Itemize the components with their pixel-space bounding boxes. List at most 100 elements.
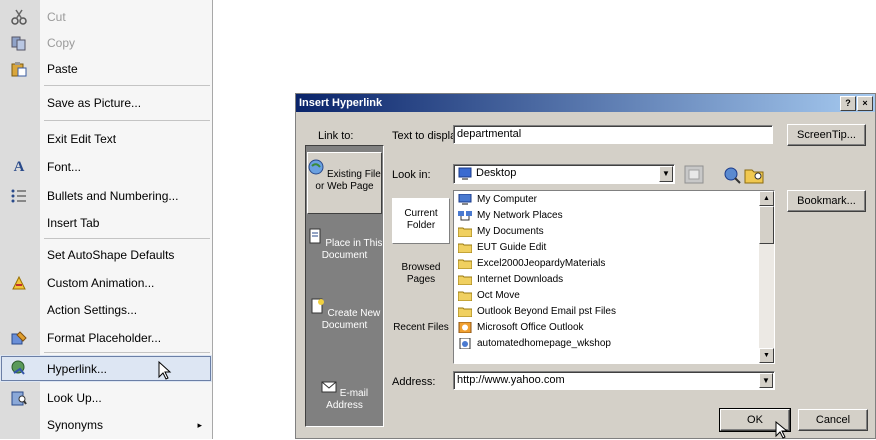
menu-item-format-placeholder[interactable]: Format Placeholder... (0, 325, 212, 351)
link-to-bar: Existing File or Web Page Place in This … (305, 145, 384, 427)
menu-item-synonyms[interactable]: Synonyms ▸ (0, 412, 212, 438)
paste-icon (10, 61, 28, 77)
menu-label: Font... (47, 160, 82, 174)
menu-item-action-settings[interactable]: Action Settings... (0, 297, 212, 323)
mouse-cursor-icon (158, 360, 172, 380)
tab-current-folder[interactable]: Current Folder (392, 198, 450, 244)
menu-item-save-as-picture[interactable]: Save as Picture... (0, 90, 212, 116)
link-email-address[interactable]: E-mail Address (306, 372, 383, 422)
list-item[interactable]: EUT Guide Edit (458, 239, 546, 255)
list-item[interactable]: My Computer (458, 191, 537, 207)
menu-label: Cut (47, 10, 66, 24)
list-item[interactable]: Outlook Beyond Email pst Files (458, 303, 616, 319)
insert-hyperlink-dialog: Insert Hyperlink ? × Link to: Text to di… (295, 93, 876, 439)
look-in-value: Desktop (476, 167, 517, 179)
submenu-arrow-icon: ▸ (197, 419, 202, 430)
context-menu: Cut Copy Paste Save as Picture... Exit E… (0, 0, 213, 439)
html-file-icon (459, 337, 471, 349)
menu-item-custom-animation[interactable]: Custom Animation... (0, 270, 212, 296)
link-target-label: Create New Document (321, 308, 381, 331)
bookmark-button[interactable]: Bookmark... (787, 190, 866, 212)
link-existing-file-or-web-page[interactable]: Existing File or Web Page (307, 152, 382, 214)
menu-separator (44, 120, 210, 121)
network-icon (458, 210, 472, 220)
menu-label: Set AutoShape Defaults (47, 248, 175, 262)
menu-label: Hyperlink... (47, 361, 108, 376)
document-place-icon (309, 228, 321, 244)
menu-item-set-autoshape-defaults[interactable]: Set AutoShape Defaults (0, 242, 212, 268)
menu-separator (44, 352, 210, 353)
menu-item-insert-tab[interactable]: Insert Tab (0, 210, 212, 236)
help-button[interactable]: ? (840, 96, 856, 111)
menu-label: Copy (47, 36, 76, 50)
list-item[interactable]: Microsoft Office Outlook (458, 319, 584, 335)
desktop-icon (458, 167, 472, 180)
hyperlink-icon (10, 360, 28, 376)
menu-item-exit-edit-text[interactable]: Exit Edit Text (0, 126, 212, 152)
web-page-icon (308, 159, 324, 175)
list-item[interactable]: Oct Move (458, 287, 520, 303)
email-icon (321, 381, 337, 393)
browse-web-icon[interactable] (684, 165, 704, 184)
menu-separator (44, 85, 210, 86)
menu-item-hyperlink[interactable]: Hyperlink... (0, 355, 212, 382)
text-to-display-input[interactable]: departmental (453, 125, 773, 144)
look-in-dropdown[interactable]: Desktop ▼ (453, 164, 675, 184)
copy-icon (10, 35, 28, 51)
menu-item-paste[interactable]: Paste (0, 56, 212, 82)
menu-item-bullets-and-numbering[interactable]: Bullets and Numbering... (0, 183, 212, 209)
list-item[interactable]: My Documents (458, 223, 544, 239)
menu-label: Insert Tab (47, 216, 100, 230)
tab-recent-files[interactable]: Recent Files (392, 316, 450, 356)
scroll-thumb[interactable] (759, 206, 774, 244)
close-button[interactable]: × (857, 96, 873, 111)
chevron-down-icon[interactable]: ▼ (759, 373, 773, 388)
link-to-label: Link to: (318, 130, 354, 142)
browse-file-icon[interactable] (744, 165, 764, 184)
tab-browsed-pages[interactable]: Browsed Pages (392, 256, 450, 296)
list-item[interactable]: My Network Places (458, 207, 563, 223)
link-place-in-this-document[interactable]: Place in This Document (306, 222, 383, 282)
lookup-icon (10, 390, 28, 406)
folder-icon (458, 307, 472, 317)
scroll-up-icon[interactable]: ▲ (759, 191, 774, 206)
chevron-down-icon[interactable]: ▼ (659, 166, 673, 182)
file-list[interactable]: My Computer My Network Places My Documen… (453, 190, 775, 364)
file-list-scrollbar[interactable]: ▲ ▼ (759, 191, 774, 363)
menu-item-font[interactable]: A Font... (0, 154, 212, 180)
address-label: Address: (392, 376, 436, 388)
list-item[interactable]: Excel2000JeopardyMaterials (458, 255, 605, 271)
menu-label: Save as Picture... (47, 96, 142, 110)
font-icon: A (13, 158, 25, 175)
menu-item-look-up[interactable]: Look Up... (0, 385, 212, 411)
scissors-icon (10, 9, 28, 25)
link-target-label: Place in This Document (321, 238, 383, 261)
menu-item-copy[interactable]: Copy (0, 30, 212, 56)
link-create-new-document[interactable]: Create New Document (306, 292, 383, 352)
look-in-label: Look in: (392, 169, 431, 181)
scroll-down-icon[interactable]: ▼ (759, 348, 774, 363)
menu-label: Synonyms (47, 418, 104, 432)
outlook-icon (458, 321, 472, 333)
new-document-icon (311, 298, 324, 314)
screentip-button[interactable]: ScreenTip... (787, 124, 866, 146)
folder-icon (458, 291, 472, 301)
menu-label: Paste (47, 62, 78, 76)
folder-icon (458, 275, 472, 285)
mouse-cursor-icon (775, 421, 789, 439)
dialog-title: Insert Hyperlink (296, 94, 875, 112)
menu-label: Exit Edit Text (47, 132, 117, 146)
folder-icon (458, 243, 472, 253)
list-item[interactable]: Internet Downloads (458, 271, 563, 287)
address-input[interactable]: http://www.yahoo.com ▼ (453, 371, 775, 390)
search-web-icon[interactable] (722, 165, 742, 184)
bullets-icon (10, 188, 28, 204)
list-item[interactable]: automatedhomepage_wkshop (458, 335, 611, 351)
cancel-button[interactable]: Cancel (798, 409, 868, 431)
animation-icon (10, 275, 28, 291)
address-value: http://www.yahoo.com (457, 374, 565, 386)
computer-icon (458, 193, 472, 205)
link-target-label: Existing File or Web Page (315, 169, 381, 192)
menu-item-cut[interactable]: Cut (0, 4, 212, 30)
folder-icon (458, 259, 472, 269)
